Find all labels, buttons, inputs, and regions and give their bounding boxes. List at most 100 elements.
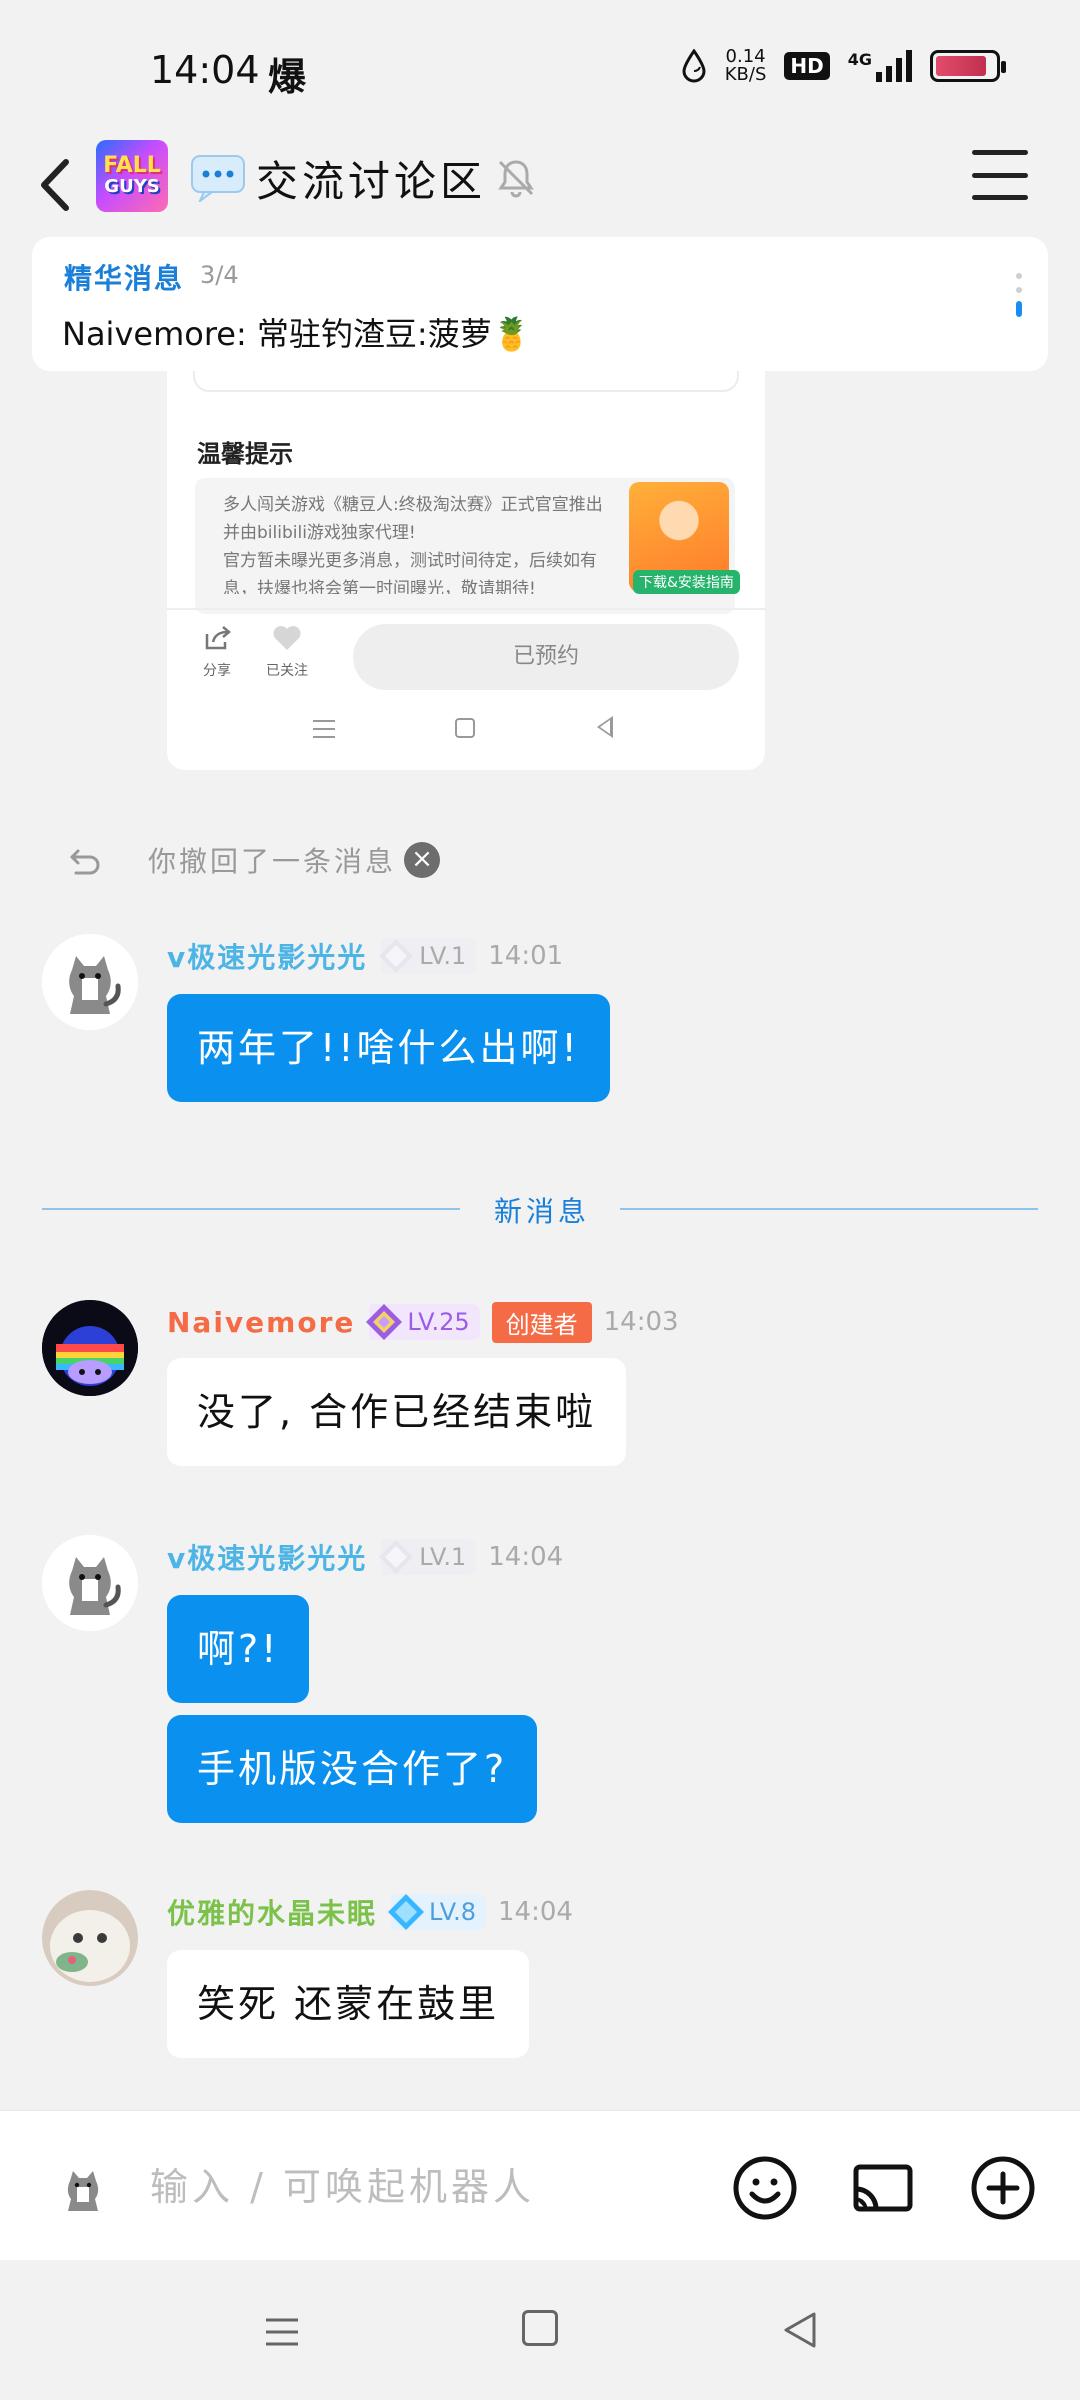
network-type: 4G [847,50,872,69]
level-text: LV.1 [419,1543,467,1571]
share-icon [205,626,231,650]
follow-label: 已关注 [266,663,308,679]
emoji-smile-icon[interactable] [732,2155,798,2221]
pinned-essence-card[interactable]: 精华消息 3/4 Naivemore: 常驻钓渣豆:菠萝🍍 [32,237,1048,371]
battery-fill [936,56,986,76]
status-indicators: 0.14 KB/S HD 4G [681,48,1006,84]
home-button-icon[interactable] [522,2310,558,2346]
recall-text: 你撤回了一条消息 [148,845,397,878]
divider-label: 新消息 [494,1195,591,1228]
cat-avatar-icon [42,1535,138,1631]
input-bar [0,2110,1080,2260]
notification-icon: 爆 [268,55,307,99]
avatar[interactable] [42,1890,138,1986]
pinned-page-indicator [1014,273,1024,317]
group-avatar[interactable]: FALL GUYS [96,140,168,212]
signal-bars-icon [876,50,912,82]
sender-name[interactable]: 优雅的水晶未眠 [167,1892,377,1932]
system-nav-bar [0,2260,1080,2400]
pinned-text: Naivemore: 常驻钓渣豆:菠萝🍍 [62,315,532,353]
message-time: 14:01 [488,941,564,971]
recall-notice: 你撤回了一条消息 × [68,838,441,882]
reserved-label: 已预约 [353,624,739,690]
image-notice-line: 官方暂未曝光更多消息，测试时间待定，后续如有 [223,551,597,571]
message-meta: Naivemore LV.25 创建者 14:03 [167,1300,679,1344]
divider-line [620,1208,1038,1210]
diamond-level-icon [379,939,414,973]
image-follow: 已关注 [257,624,317,680]
plus-circle-icon[interactable] [970,2155,1036,2221]
chat-message: Naivemore LV.25 创建者 14:03 没了, 合作已经结束啦 [42,1300,1042,1480]
level-badge: LV.8 [388,1894,486,1930]
chat-message: v极速光影光光 LV.1 14:04 啊?! 手机版没合作了? [42,1535,1042,1835]
sender-name[interactable]: v极速光影光光 [167,936,367,976]
mute-bell-icon [498,160,534,198]
back-arrow-icon[interactable] [30,150,80,220]
data-saver-drop-icon [682,49,706,83]
message-bubble[interactable]: 笑死 还蒙在鼓里 [167,1950,530,2058]
message-bubble[interactable]: 没了, 合作已经结束啦 [167,1358,627,1466]
status-time: 14:04 [150,48,260,92]
hamburger-menu-icon[interactable] [972,150,1028,200]
cell-signal: 4G [848,50,912,82]
close-circle-icon[interactable]: × [404,842,441,878]
recent-apps-icon[interactable] [264,2314,300,2350]
chat-message: 优雅的水晶未眠 LV.8 14:04 笑死 还蒙在鼓里 [42,1890,1042,2070]
message-bubble[interactable]: 啊?! [167,1595,310,1703]
image-notice-line: 并由bilibili游戏独家代理! [223,523,416,543]
group-avatar-line2: GUYS [104,176,160,197]
hd-badge: HD [784,52,830,80]
diamond-level-icon [366,1304,403,1340]
message-meta: v极速光影光光 LV.1 14:01 [167,934,563,978]
level-text: LV.1 [419,942,467,970]
sender-name[interactable]: Naivemore [167,1306,355,1339]
message-bubble[interactable]: 手机版没合作了? [167,1715,538,1823]
diamond-level-icon [379,1540,414,1574]
net-speed-unit: KB/S [724,64,767,85]
level-badge: LV.1 [379,938,477,974]
avatar[interactable] [42,1300,138,1396]
pixel-character-avatar-icon [42,1300,138,1396]
level-text: LV.8 [429,1898,476,1926]
share-label: 分享 [203,663,231,679]
group-avatar-line1: FALL [103,153,161,178]
recall-undo-icon [70,849,100,875]
screencast-icon[interactable] [850,2155,916,2221]
image-nav-back-icon [597,716,613,738]
bot-avatar-icon[interactable] [50,2157,114,2221]
pinned-label: 精华消息 [64,262,185,295]
image-share: 分享 [187,624,247,680]
message-time: 14:04 [488,1542,564,1572]
white-cat-avatar-icon [42,1890,138,1986]
image-message[interactable]: 温馨提示 多人闯关游戏《糖豆人:终极淘汰赛》正式官宣推出 并由bilibili游… [167,350,765,770]
battery-icon [930,50,1006,82]
sender-name[interactable]: v极速光影光光 [167,1537,367,1577]
message-input[interactable] [150,2157,690,2217]
avatar[interactable] [42,934,138,1030]
message-meta: 优雅的水晶未眠 LV.8 14:04 [167,1890,573,1934]
image-nav-home-icon [455,718,475,738]
back-triangle-icon[interactable] [780,2310,820,2350]
pinned-count: 3/4 [200,261,239,289]
image-guide-label: 下载&安装指南 [633,570,740,594]
image-section-title: 温馨提示 [197,440,293,468]
message-bubble[interactable]: 两年了!!啥什么出啊! [167,994,610,1102]
image-notice-line: 息，扶爆也将会第一时间曝光，敬请期待! [223,579,536,594]
chat-bubble-icon [191,155,245,202]
chat-message: v极速光影光光 LV.1 14:01 两年了!!啥什么出啊! [42,934,1042,1114]
image-nav-menu-icon [313,720,335,738]
image-notice-line: 多人闯关游戏《糖豆人:终极淘汰赛》正式官宣推出 [223,495,603,515]
avatar[interactable] [42,1535,138,1631]
level-badge: LV.25 [366,1304,480,1340]
group-title[interactable]: 交流讨论区 [256,148,486,209]
message-time: 14:04 [497,1897,573,1927]
status-bar: 14:04 爆 0.14 KB/S HD 4G [0,0,1080,140]
message-time: 14:03 [603,1307,679,1337]
divider-line [42,1208,460,1210]
cat-avatar-icon [42,934,138,1030]
message-meta: v极速光影光光 LV.1 14:04 [167,1535,563,1579]
image-nav-bar [167,708,765,762]
net-speed: 0.14 KB/S [725,48,767,84]
new-messages-divider: 新消息 [42,1186,1038,1230]
image-action-bar: 分享 已关注 已预约 [167,608,765,698]
